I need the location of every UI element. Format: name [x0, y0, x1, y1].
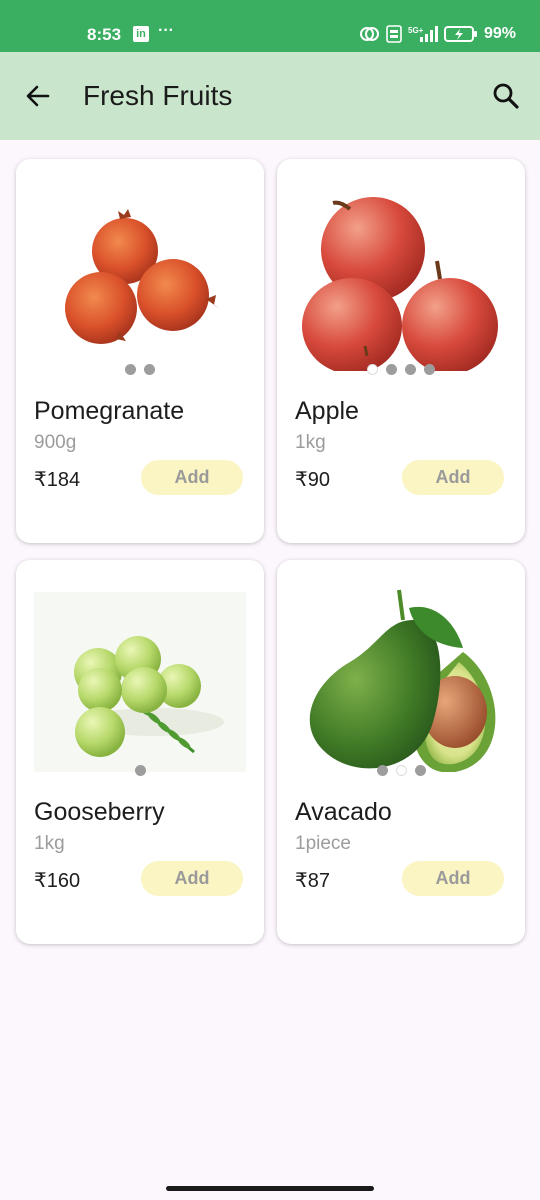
status-right-icons: 5G+ 99%	[358, 24, 516, 44]
svg-text:5G+: 5G+	[408, 26, 424, 35]
status-bar: 8:53 in ··· 5G+ 99%	[0, 0, 540, 52]
product-quantity: 900g	[34, 432, 77, 453]
product-price: ₹87	[295, 870, 330, 892]
apple-image	[302, 197, 498, 371]
carousel-dot[interactable]	[367, 364, 378, 375]
product-quantity: 1kg	[295, 432, 326, 453]
carousel-dot[interactable]	[134, 765, 146, 776]
carousel-dot[interactable]	[386, 364, 397, 375]
avocado-image	[309, 589, 496, 772]
status-time: 8:53	[87, 25, 122, 44]
carousel-dot[interactable]	[405, 364, 416, 375]
battery-percent: 99%	[484, 25, 517, 42]
arrow-back-icon[interactable]	[24, 82, 52, 110]
image-carousel-dots[interactable]	[277, 364, 525, 375]
more-notifications-icon: ···	[158, 22, 174, 39]
search-icon[interactable]	[492, 82, 520, 110]
linkedin-icon: in	[133, 26, 149, 42]
app-bar: Fresh Fruits	[0, 52, 540, 140]
image-carousel-dots[interactable]	[16, 364, 264, 375]
product-card-pomegranate[interactable]: Pomegranate 900g ₹184 Add	[16, 159, 264, 543]
page-title: Fresh Fruits	[83, 80, 233, 111]
product-card-avocado[interactable]: Avacado 1piece ₹87 Add	[277, 560, 525, 944]
product-card-gooseberry[interactable]: Gooseberry 1kg ₹160 Add	[16, 560, 264, 944]
product-card-apple[interactable]: Apple 1kg ₹90 Add	[277, 159, 525, 543]
carousel-dot[interactable]	[395, 765, 407, 776]
add-button[interactable]: Add	[141, 460, 243, 495]
product-price: ₹160	[34, 870, 81, 892]
pomegranate-image	[65, 209, 220, 344]
product-name: Avacado	[295, 798, 392, 826]
carousel-dot[interactable]	[376, 765, 388, 776]
carousel-dot[interactable]	[125, 364, 136, 375]
image-carousel-dots[interactable]	[277, 765, 525, 776]
product-quantity: 1kg	[34, 833, 65, 854]
image-carousel-dots[interactable]	[16, 765, 264, 776]
carousel-dot[interactable]	[414, 765, 426, 776]
gooseberry-image	[34, 592, 246, 772]
home-indicator[interactable]	[166, 1186, 374, 1191]
signal-5g-icon: 5G+	[408, 26, 438, 42]
product-price: ₹90	[295, 469, 330, 491]
add-button[interactable]: Add	[141, 861, 243, 896]
product-name: Gooseberry	[34, 798, 165, 826]
product-price: ₹184	[34, 469, 81, 491]
product-quantity: 1piece	[295, 833, 351, 854]
volte-icon	[386, 25, 402, 43]
hotspot-icon	[360, 27, 379, 41]
add-button[interactable]: Add	[402, 861, 504, 896]
battery-charging-icon	[444, 26, 477, 42]
product-name: Pomegranate	[34, 397, 185, 425]
add-button[interactable]: Add	[402, 460, 504, 495]
carousel-dot[interactable]	[424, 364, 435, 375]
product-name: Apple	[295, 397, 359, 425]
carousel-dot[interactable]	[144, 364, 155, 375]
